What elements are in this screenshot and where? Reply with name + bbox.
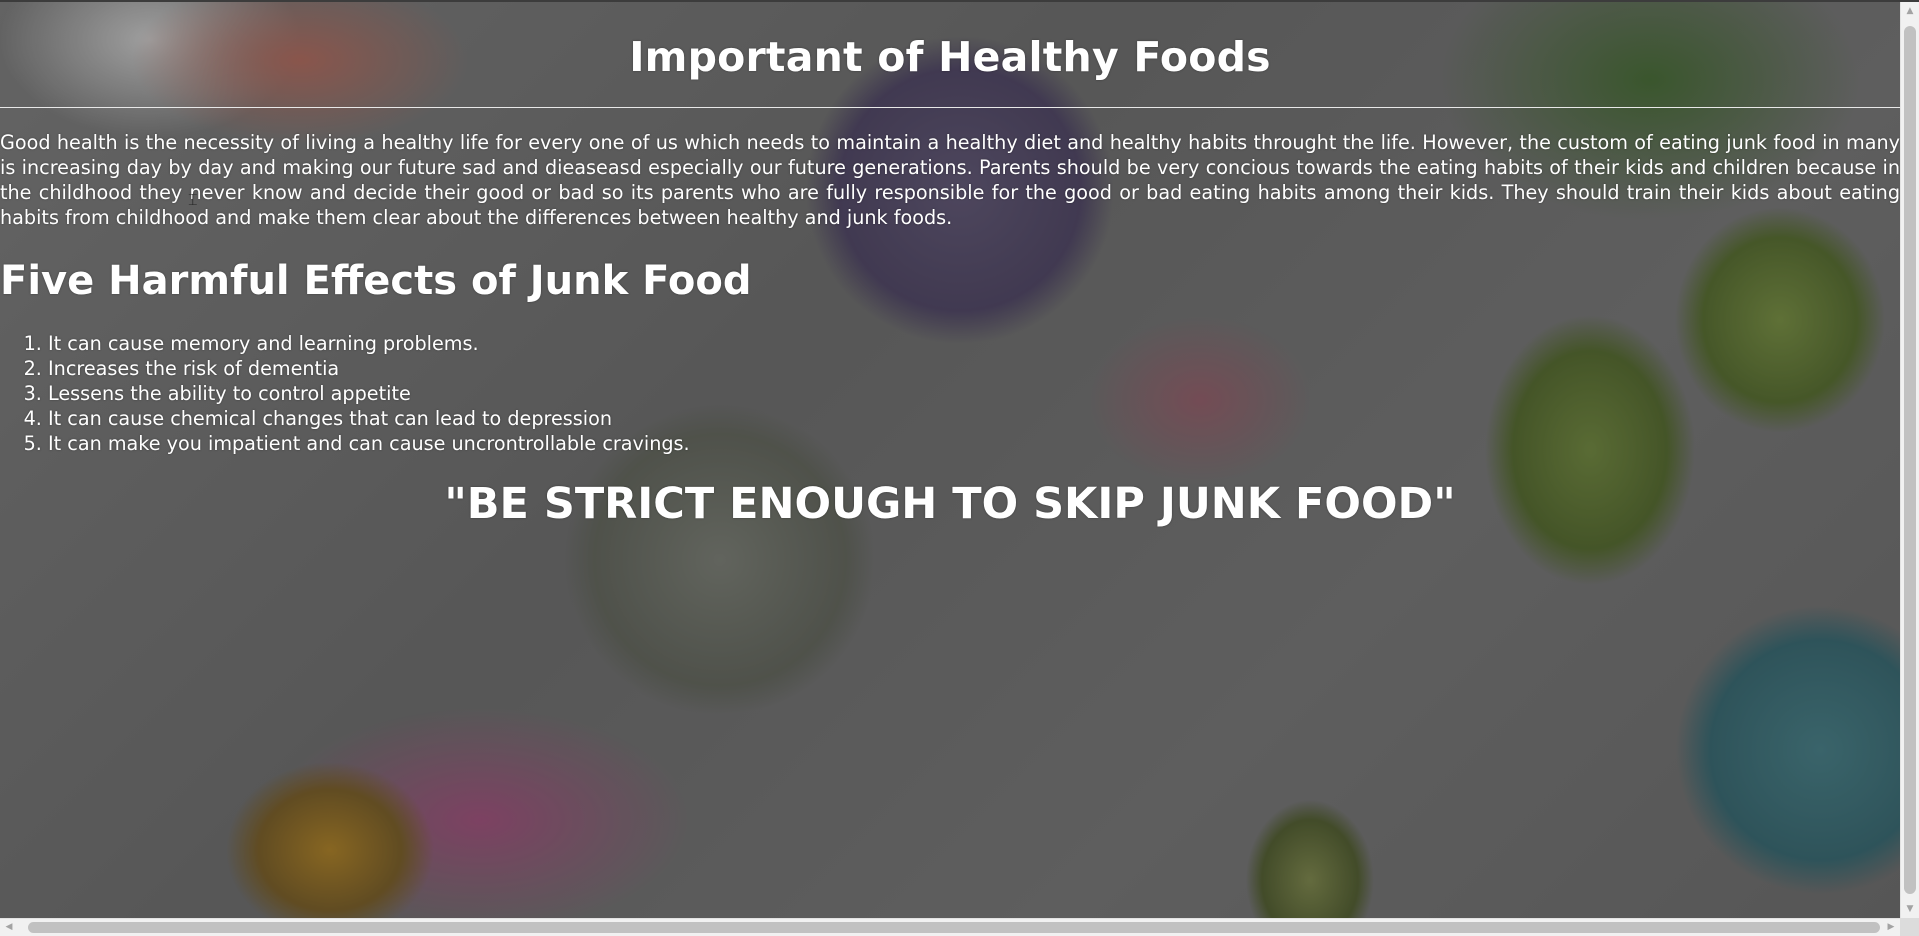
arrow-right-icon[interactable]: ▶ [1882,919,1900,936]
page-title: Important of Healthy Foods [629,33,1271,81]
text-cursor-icon: ⌶ [188,190,198,209]
list-item: Increases the risk of dementia [48,356,1900,381]
effects-list: It can cause memory and learning problem… [0,331,1900,456]
vertical-scrollbar[interactable]: ▲ ▼ [1900,2,1919,918]
horizontal-scrollbar[interactable]: ◀ ▶ [0,918,1900,936]
quote-heading: "BE STRICT ENOUGH TO SKIP JUNK FOOD" [444,479,1456,529]
list-item: Lessens the ability to control appetite [48,381,1900,406]
arrow-up-icon[interactable]: ▲ [1901,2,1919,20]
arrow-down-icon[interactable]: ▼ [1901,900,1919,918]
list-item: It can cause chemical changes that can l… [48,406,1900,431]
horizontal-scroll-thumb[interactable] [28,922,1880,933]
list-item: It can make you impatient and can cause … [48,431,1900,456]
vertical-scroll-thumb[interactable] [1904,26,1916,894]
section-heading: Five Harmful Effects of Junk Food [0,258,752,304]
title-divider [0,107,1900,108]
page-content: Important of Healthy Foods Good health i… [0,0,1900,532]
list-item: It can cause memory and learning problem… [48,331,1900,356]
intro-paragraph: Good health is the necessity of living a… [0,131,1900,229]
scrollbar-corner [1900,918,1919,936]
browser-viewport: Important of Healthy Foods Good health i… [0,0,1919,936]
arrow-left-icon[interactable]: ◀ [0,919,18,936]
